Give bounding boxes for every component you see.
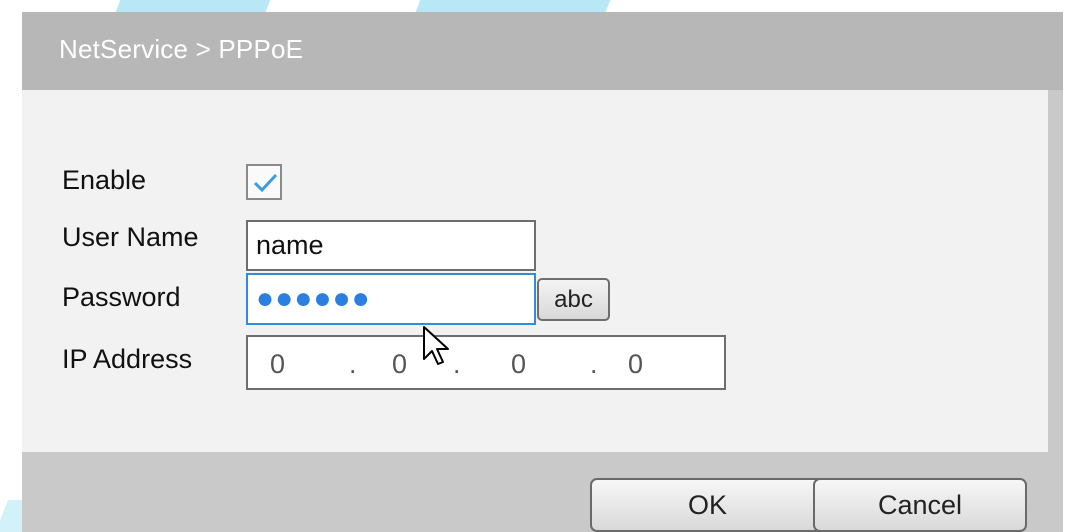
user-name-label: User Name	[62, 222, 199, 252]
cancel-button[interactable]: Cancel	[813, 478, 1027, 532]
mouse-cursor-icon	[423, 326, 449, 365]
show-password-button[interactable]: abc	[537, 278, 610, 321]
ip-octet-2[interactable]: 0	[392, 349, 407, 380]
ip-address-label: IP Address	[62, 344, 193, 374]
ip-address-input[interactable]: 0 . 0 . 0 . 0	[246, 335, 726, 390]
ip-separator: .	[349, 349, 357, 379]
password-label: Password	[62, 282, 181, 312]
ok-button[interactable]: OK	[590, 478, 825, 532]
ip-separator: .	[453, 349, 461, 379]
settings-panel: Enable User Name name Password ●●●●●● ab…	[22, 90, 1048, 452]
ip-separator: .	[590, 349, 598, 379]
enable-label: Enable	[62, 165, 147, 195]
dialog-title: NetService > PPPoE	[59, 34, 304, 64]
ip-octet-4[interactable]: 0	[628, 349, 643, 380]
enable-checkbox[interactable]	[246, 164, 282, 200]
checkmark-icon	[253, 173, 278, 193]
password-input[interactable]: ●●●●●●	[246, 273, 536, 325]
pppoe-dialog: NetService > PPPoE Enable User Name name…	[22, 12, 1063, 532]
background-streak	[415, 0, 615, 12]
background-streak	[115, 0, 275, 12]
title-bar: NetService > PPPoE	[22, 12, 1063, 90]
user-name-input[interactable]: name	[246, 220, 536, 271]
ip-octet-3[interactable]: 0	[511, 349, 526, 380]
ip-octet-1[interactable]: 0	[270, 349, 285, 380]
